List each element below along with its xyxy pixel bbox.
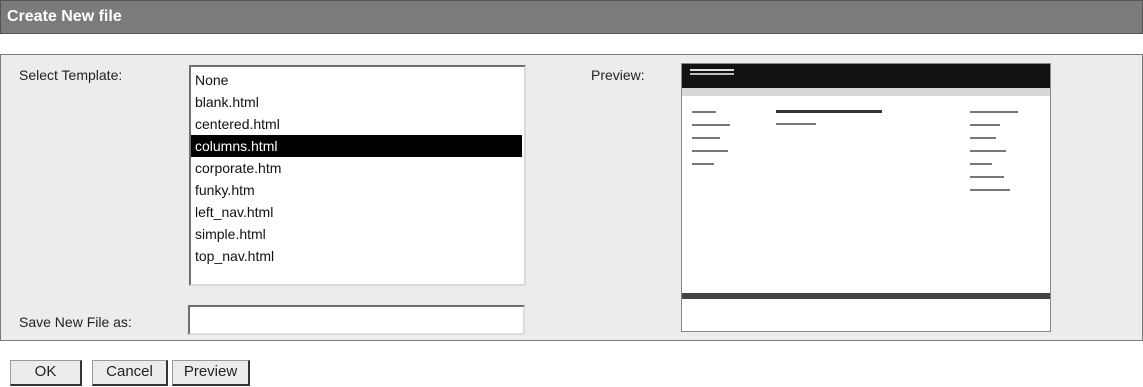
template-preview-thumbnail — [681, 63, 1051, 332]
preview-center-text — [776, 123, 816, 125]
preview-left-link — [692, 137, 720, 139]
preview-left-link — [692, 150, 728, 152]
template-option-none[interactable]: None — [191, 69, 522, 91]
preview-center-heading — [776, 110, 882, 113]
preview-left-link — [692, 124, 730, 126]
preview-right-link — [970, 150, 1006, 152]
ok-button[interactable]: OK — [10, 360, 82, 386]
save-file-name-input[interactable] — [188, 305, 525, 335]
preview-right-link — [970, 176, 1004, 178]
preview-header-logo — [690, 69, 734, 71]
preview-label: Preview: — [591, 67, 645, 83]
preview-right-heading — [970, 111, 1018, 113]
template-option-blank[interactable]: blank.html — [191, 91, 522, 113]
create-file-panel: Select Template: None blank.html centere… — [0, 54, 1143, 341]
preview-left-link — [692, 163, 714, 165]
save-file-label: Save New File as: — [19, 314, 132, 330]
template-option-top-nav[interactable]: top_nav.html — [191, 245, 522, 267]
template-option-centered[interactable]: centered.html — [191, 113, 522, 135]
preview-footer-bar — [682, 293, 1050, 299]
template-option-columns[interactable]: columns.html — [191, 135, 522, 157]
template-option-funky[interactable]: funky.htm — [191, 179, 522, 201]
preview-nav-strip — [682, 88, 1050, 96]
preview-right-link — [970, 163, 992, 165]
dialog-title: Create New file — [0, 0, 1143, 34]
preview-left-heading — [692, 111, 716, 113]
preview-right-link — [970, 124, 1000, 126]
preview-header-bar — [682, 64, 1050, 88]
template-option-left-nav[interactable]: left_nav.html — [191, 201, 522, 223]
preview-right-link — [970, 137, 996, 139]
template-option-corporate[interactable]: corporate.htm — [191, 157, 522, 179]
preview-button[interactable]: Preview — [172, 360, 250, 386]
template-listbox[interactable]: None blank.html centered.html columns.ht… — [189, 65, 526, 286]
cancel-button[interactable]: Cancel — [92, 360, 168, 386]
template-option-simple[interactable]: simple.html — [191, 223, 522, 245]
select-template-label: Select Template: — [19, 67, 123, 83]
preview-right-link — [970, 189, 1010, 191]
